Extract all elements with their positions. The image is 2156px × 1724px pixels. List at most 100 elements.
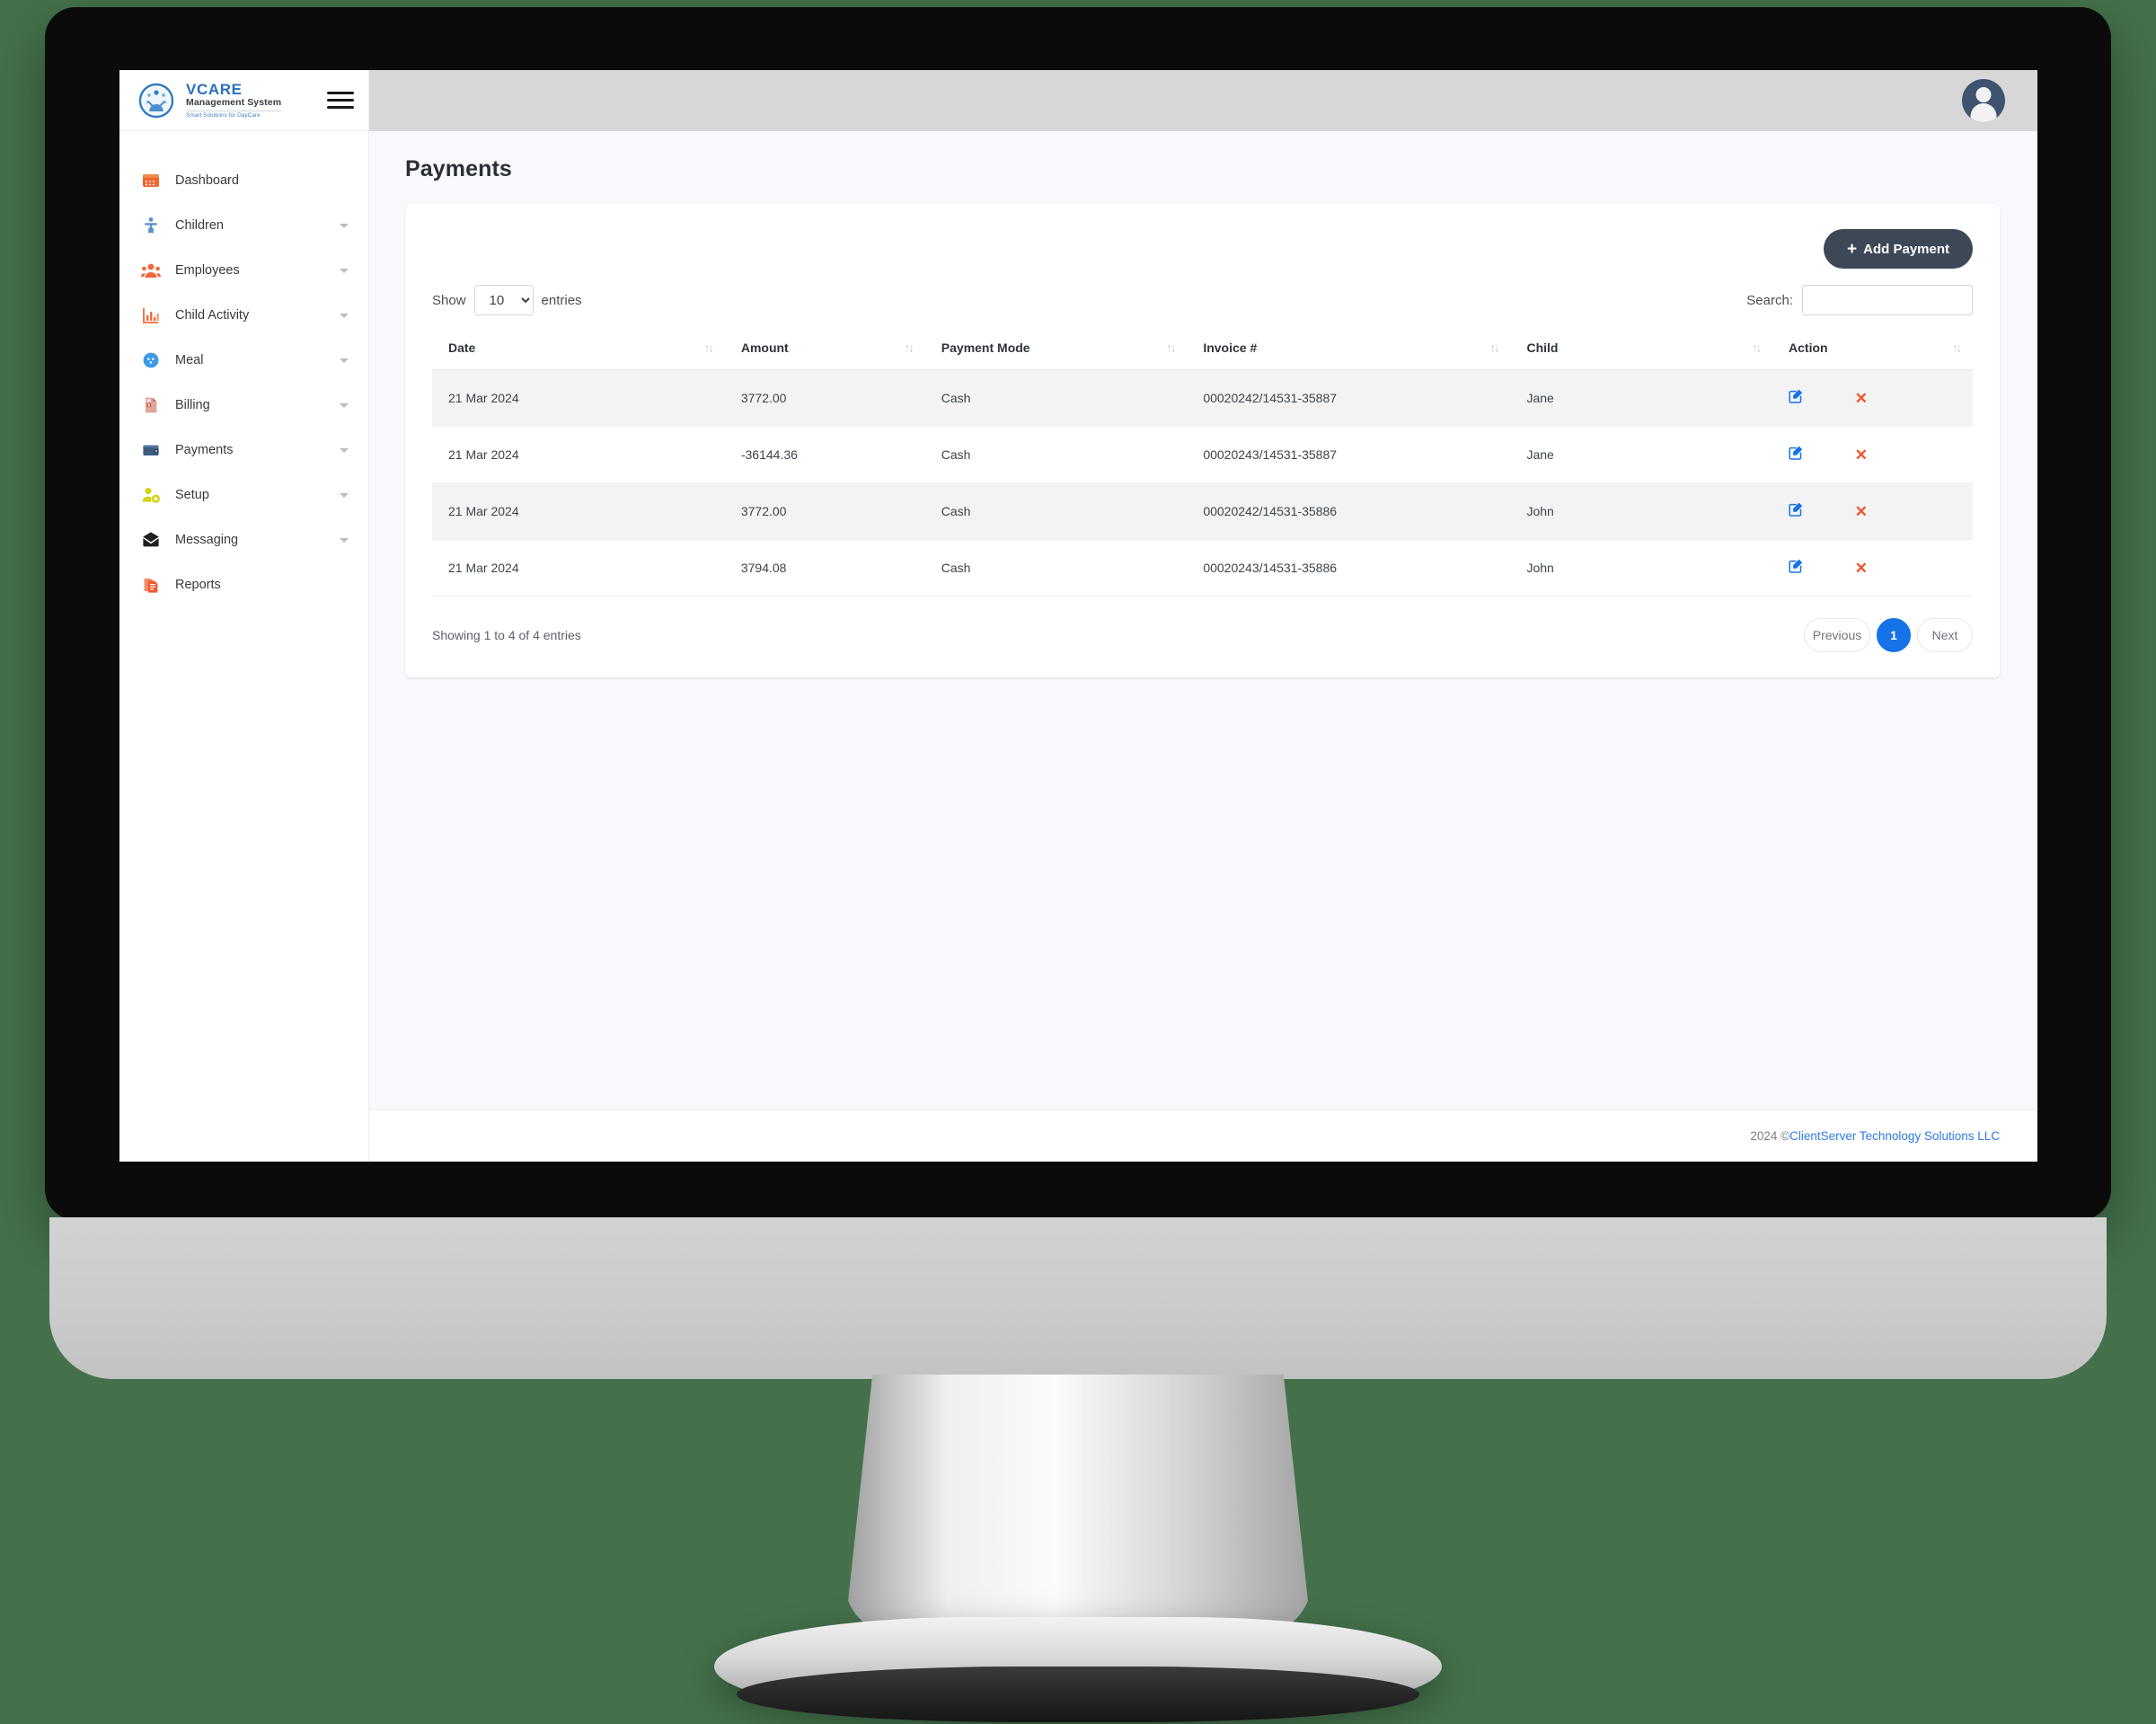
column-header-action[interactable]: Action ↑↓ xyxy=(1772,326,1973,370)
sidebar-item-payments[interactable]: Payments xyxy=(119,428,368,473)
cell-date: 21 Mar 2024 xyxy=(432,369,725,427)
add-payment-button[interactable]: + Add Payment xyxy=(1824,229,1973,269)
pagination-next-button[interactable]: Next xyxy=(1917,618,1973,652)
monitor-stand-base-shadow xyxy=(737,1667,1419,1722)
cell-invoice: 00020242/14531-35886 xyxy=(1187,482,1511,540)
sidebar-item-reports[interactable]: Reports xyxy=(119,562,368,607)
app-root: VCARE Management System Smart Solutions … xyxy=(119,70,2037,1162)
pagination: Previous 1 Next xyxy=(1804,618,1973,652)
column-header-invoice[interactable]: Invoice # ↑↓ xyxy=(1187,326,1511,370)
page-length-select[interactable]: 102550100 xyxy=(473,285,534,315)
entries-label: entries xyxy=(541,292,582,308)
sidebar-item-meal[interactable]: Meal xyxy=(119,338,368,383)
footer-copyright: 2024 © xyxy=(1750,1129,1790,1143)
search-input[interactable] xyxy=(1802,285,1973,315)
hamburger-icon[interactable] xyxy=(327,87,354,113)
sidebar-nav: Dashboard Children Employees Child Activ… xyxy=(119,131,368,607)
browser-screen: VCARE Management System Smart Solutions … xyxy=(119,70,2037,1162)
edit-pencil-icon[interactable] xyxy=(1789,389,1808,407)
table-body: 21 Mar 2024 3772.00 Cash 00020242/14531-… xyxy=(432,369,1973,597)
cell-invoice: 00020242/14531-35887 xyxy=(1187,369,1511,427)
payments-card: + Add Payment Show 102550100 entries xyxy=(405,204,2000,677)
reports-icon xyxy=(141,575,161,595)
sidebar-item-children[interactable]: Children xyxy=(119,203,368,248)
search-label: Search: xyxy=(1746,292,1793,308)
cell-amount: 3794.08 xyxy=(724,539,925,597)
pagination-previous-button[interactable]: Previous xyxy=(1804,618,1870,652)
sidebar-item-label: Meal xyxy=(175,353,204,367)
sort-updown-icon: ↑↓ xyxy=(1489,340,1499,355)
chevron-down-icon xyxy=(340,402,349,408)
desktop-scene: VCARE Management System Smart Solutions … xyxy=(0,0,2156,1724)
table-row: 21 Mar 2024 -36144.36 Cash 00020243/1453… xyxy=(432,426,1973,483)
sidebar-item-billing[interactable]: $ Billing xyxy=(119,383,368,428)
sidebar-item-label: Child Activity xyxy=(175,308,250,323)
sidebar-item-dashboard[interactable]: Dashboard xyxy=(119,158,368,203)
chevron-down-icon xyxy=(340,358,349,363)
cell-child: John xyxy=(1510,539,1773,597)
delete-x-icon[interactable]: ✕ xyxy=(1855,446,1868,464)
sort-updown-icon: ↑↓ xyxy=(703,340,714,355)
cell-child: Jane xyxy=(1510,426,1773,483)
edit-pencil-icon[interactable] xyxy=(1789,446,1808,464)
show-label: Show xyxy=(432,292,466,308)
column-header-payment-mode[interactable]: Payment Mode ↑↓ xyxy=(924,326,1188,370)
showing-entries-text: Showing 1 to 4 of 4 entries xyxy=(432,628,581,642)
cell-date: 21 Mar 2024 xyxy=(432,426,725,483)
sidebar-item-label: Payments xyxy=(175,443,234,457)
cell-actions: ✕ xyxy=(1772,482,1973,540)
dashboard-icon xyxy=(141,171,161,190)
cell-invoice: 00020243/14531-35886 xyxy=(1187,539,1511,597)
edit-pencil-icon[interactable] xyxy=(1789,502,1808,520)
chevron-down-icon xyxy=(340,447,349,453)
table-head: Date ↑↓ Amount ↑↓ Payment Mode ↑↓ Invoic… xyxy=(432,326,1973,370)
cell-actions: ✕ xyxy=(1772,426,1973,483)
main-area: Payments + Add Payment Show 10 entries S… xyxy=(369,70,2037,1162)
sidebar-item-label: Children xyxy=(175,218,224,233)
employees-icon xyxy=(141,261,161,280)
sort-updown-icon: ↑↓ xyxy=(1166,340,1176,355)
chevron-down-icon xyxy=(340,492,349,498)
topbar xyxy=(369,70,2037,131)
cell-amount: 3772.00 xyxy=(724,482,925,540)
sidebar-item-child-activity[interactable]: Child Activity xyxy=(119,293,368,338)
sort-updown-icon: ↑↓ xyxy=(1952,340,1962,355)
delete-x-icon[interactable]: ✕ xyxy=(1855,503,1868,520)
brand-title: VCARE xyxy=(186,81,243,98)
add-payment-label: Add Payment xyxy=(1863,241,1949,257)
column-header-amount[interactable]: Amount ↑↓ xyxy=(724,326,925,370)
sidebar-item-employees[interactable]: Employees xyxy=(119,248,368,293)
payments-table: Date ↑↓ Amount ↑↓ Payment Mode ↑↓ Invoic… xyxy=(432,326,1973,597)
sidebar-item-label: Messaging xyxy=(175,533,239,547)
cell-payment-mode: Cash xyxy=(924,482,1188,540)
sidebar-item-label: Billing xyxy=(175,398,210,412)
sidebar-item-messaging[interactable]: Messaging xyxy=(119,517,368,562)
sort-updown-icon: ↑↓ xyxy=(1752,340,1762,355)
column-header-child[interactable]: Child ↑↓ xyxy=(1510,326,1773,370)
brand-row: VCARE Management System Smart Solutions … xyxy=(119,70,368,131)
pagination-page-1-button[interactable]: 1 xyxy=(1877,618,1911,652)
column-header-date[interactable]: Date ↑↓ xyxy=(432,326,725,370)
brand-subtitle: Management System xyxy=(186,97,282,108)
sidebar-item-label: Employees xyxy=(175,263,240,278)
delete-x-icon[interactable]: ✕ xyxy=(1855,390,1868,407)
cell-payment-mode: Cash xyxy=(924,369,1188,427)
show-entries-control: Show 102550100 entries xyxy=(432,285,582,315)
sidebar-item-setup[interactable]: Setup xyxy=(119,473,368,517)
delete-x-icon[interactable]: ✕ xyxy=(1855,560,1868,577)
sidebar: VCARE Management System Smart Solutions … xyxy=(119,70,369,1162)
edit-pencil-icon[interactable] xyxy=(1789,559,1808,577)
wallet-icon xyxy=(141,440,161,460)
table-row: 21 Mar 2024 3772.00 Cash 00020242/14531-… xyxy=(432,482,1973,540)
cell-actions: ✕ xyxy=(1772,539,1973,597)
table-header-row: Date ↑↓ Amount ↑↓ Payment Mode ↑↓ Invoic… xyxy=(432,326,1973,370)
cell-payment-mode: Cash xyxy=(924,539,1188,597)
meal-plate-icon xyxy=(141,350,161,370)
sidebar-item-label: Reports xyxy=(175,578,221,592)
cell-actions: ✕ xyxy=(1772,369,1973,427)
footer-company-link[interactable]: ClientServer Technology Solutions LLC xyxy=(1789,1129,2000,1143)
user-avatar-icon[interactable] xyxy=(1962,79,2005,122)
monitor-stand-neck xyxy=(844,1375,1312,1635)
brand-text: VCARE Management System Smart Solutions … xyxy=(186,81,282,119)
app-footer: 2024 © ClientServer Technology Solutions… xyxy=(369,1110,2037,1162)
